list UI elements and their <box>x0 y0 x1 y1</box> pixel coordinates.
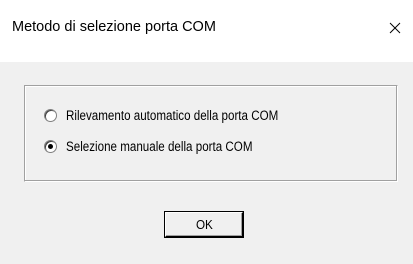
title-bar[interactable]: Metodo di selezione porta COM <box>0 0 413 62</box>
window-title: Metodo di selezione porta COM <box>12 19 216 35</box>
radio-label-manual-select[interactable]: Selezione manuale della porta COM <box>66 139 253 154</box>
dialog-window: Metodo di selezione porta COM Rilevament… <box>0 0 413 264</box>
close-icon <box>389 22 401 34</box>
ok-button-label: OK <box>195 217 213 232</box>
radio-option-manual-select[interactable]: Selezione manuale della porta COM <box>44 137 283 155</box>
radio-label-auto-detect[interactable]: Rilevamento automatico della porta COM <box>66 108 278 123</box>
ok-button[interactable]: OK <box>165 212 243 237</box>
radio-option-auto-detect[interactable]: Rilevamento automatico della porta COM <box>44 106 313 124</box>
port-selection-group <box>24 85 398 182</box>
close-button[interactable] <box>389 12 413 44</box>
radio-button-manual-select[interactable] <box>44 139 57 153</box>
radio-selected-dot <box>48 143 53 149</box>
radio-button-auto-detect[interactable] <box>44 108 57 122</box>
